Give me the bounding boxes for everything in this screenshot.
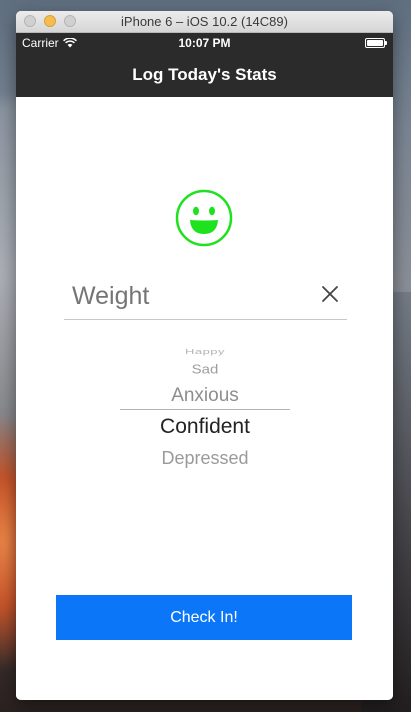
page-title: Log Today's Stats (132, 65, 277, 84)
minimize-window-button[interactable] (44, 15, 56, 27)
status-bar: Carrier 10:07 PM (16, 33, 393, 53)
picker-item-selected[interactable]: Confident (120, 415, 290, 439)
close-icon (322, 286, 338, 302)
picker-selection-line (120, 409, 290, 410)
mood-picker[interactable]: Happy Sad Anxious Confident Depressed (120, 341, 290, 475)
simulator-window: iPhone 6 – iOS 10.2 (14C89) Carrier 10:0… (16, 11, 393, 700)
check-in-button[interactable]: Check In! (56, 595, 352, 640)
clear-weight-button[interactable] (317, 281, 343, 307)
smiley-face-icon (175, 189, 233, 247)
weight-input[interactable] (72, 279, 302, 313)
zoom-window-button[interactable] (64, 15, 76, 27)
picker-item[interactable]: Happy (120, 347, 290, 355)
battery-icon (365, 38, 387, 48)
weight-field-row (64, 275, 347, 320)
status-time: 10:07 PM (178, 36, 231, 50)
picker-item[interactable]: Depressed (120, 448, 290, 469)
picker-item[interactable]: Anxious (120, 385, 290, 407)
picker-item[interactable]: Sad (120, 362, 290, 376)
window-title: iPhone 6 – iOS 10.2 (14C89) (121, 14, 288, 29)
phone-screen: Carrier 10:07 PM Log Today's Stats Weigh… (16, 33, 393, 700)
window-controls (24, 15, 76, 27)
close-window-button[interactable] (24, 15, 36, 27)
window-title-bar[interactable]: iPhone 6 – iOS 10.2 (14C89) (16, 11, 393, 33)
navigation-bar: Carrier 10:07 PM Log Today's Stats (16, 33, 393, 97)
